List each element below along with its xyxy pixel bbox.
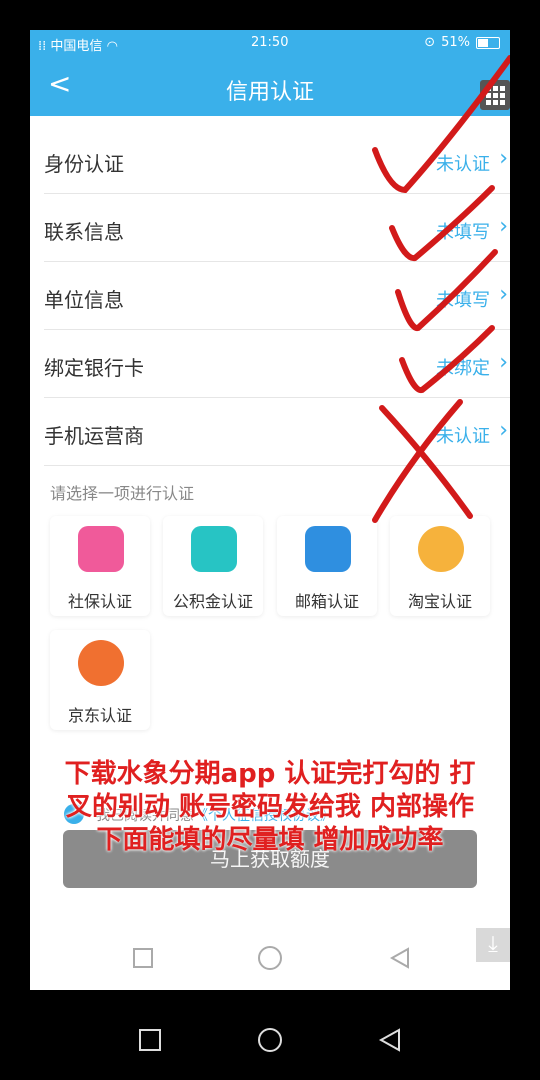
inner-nav-bar [133,946,409,970]
home-icon[interactable] [258,946,282,970]
recent-apps-icon[interactable] [139,1029,161,1051]
annotation-text: 下载水象分期app 认证完打勾的 打 叉的别动 账号密码发给我 内部操作 下面能… [64,759,476,855]
home-icon[interactable] [258,1028,282,1052]
back-icon[interactable] [389,947,409,969]
back-icon[interactable] [378,1028,400,1052]
system-nav-bar [139,1028,400,1052]
phone-screen: ⁞⁞ 中国电信 ◠ 21:50 ⊙ 51% < 信用认证 身份认证 未认证 › … [30,30,510,990]
recent-apps-icon[interactable] [133,948,153,968]
